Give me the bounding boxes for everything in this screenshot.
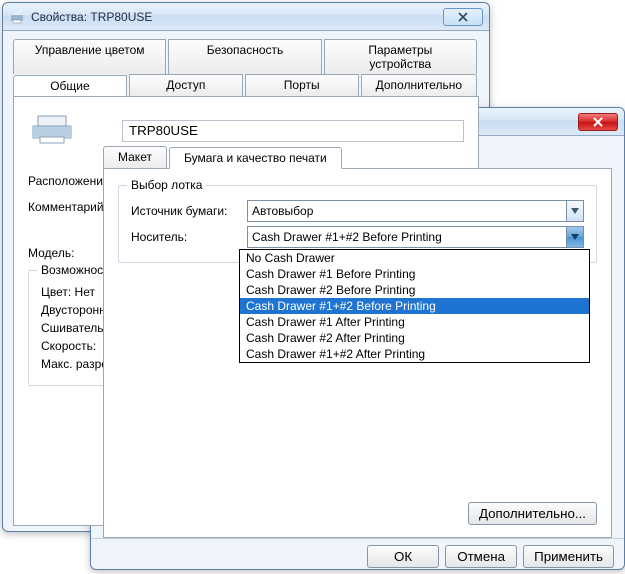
tab-advanced[interactable]: Дополнительно	[361, 74, 477, 96]
cancel-button[interactable]: Отмена	[445, 545, 517, 568]
tab-layout[interactable]: Макет	[103, 146, 167, 168]
chevron-down-icon[interactable]	[566, 227, 583, 247]
tab-general[interactable]: Общие	[13, 75, 127, 97]
tab-color-mgmt[interactable]: Управление цветом	[13, 39, 166, 74]
tab-device-params[interactable]: Параметры устройства	[324, 39, 477, 74]
properties-title: Свойства: TRP80USE	[31, 10, 437, 24]
properties-titlebar[interactable]: Свойства: TRP80USE	[3, 3, 489, 31]
dialog-button-row: ОК Отмена Применить	[91, 539, 624, 574]
ok-button[interactable]: ОК	[367, 545, 439, 568]
tab-ports[interactable]: Порты	[245, 74, 359, 96]
media-dropdown-list[interactable]: No Cash DrawerCash Drawer #1 Before Prin…	[239, 249, 590, 363]
media-option[interactable]: Cash Drawer #2 Before Printing	[240, 282, 589, 298]
media-option[interactable]: No Cash Drawer	[240, 250, 589, 266]
print-setup-window: Настройка печати: TRP80USE Макет Бумага …	[90, 107, 625, 570]
media-label: Носитель:	[131, 230, 241, 244]
print-setup-close-button[interactable]	[578, 113, 618, 131]
paper-source-label: Источник бумаги:	[131, 204, 241, 218]
advanced-button[interactable]: Дополнительно...	[468, 502, 597, 525]
media-option[interactable]: Cash Drawer #2 After Printing	[240, 330, 589, 346]
tab-access[interactable]: Доступ	[129, 74, 243, 96]
properties-close-button[interactable]	[443, 8, 483, 26]
properties-tabs-row2: Общие Доступ Порты Дополнительно	[13, 74, 479, 96]
tab-paper-quality[interactable]: Бумага и качество печати	[169, 147, 342, 169]
printer-icon	[9, 9, 25, 25]
apply-button[interactable]: Применить	[523, 545, 614, 568]
paper-quality-panel: Выбор лотка Источник бумаги: Автовыбор Н…	[103, 168, 612, 538]
media-option[interactable]: Cash Drawer #1 After Printing	[240, 314, 589, 330]
media-option[interactable]: Cash Drawer #1+#2 Before Printing	[240, 298, 589, 314]
media-option[interactable]: Cash Drawer #1 Before Printing	[240, 266, 589, 282]
tray-legend: Выбор лотка	[127, 178, 206, 192]
chevron-down-icon[interactable]	[566, 201, 583, 221]
paper-source-value: Автовыбор	[252, 204, 579, 218]
media-combo[interactable]: Cash Drawer #1+#2 Before Printing	[247, 226, 584, 248]
print-setup-tabs: Макет Бумага и качество печати	[103, 146, 612, 168]
media-option[interactable]: Cash Drawer #1+#2 After Printing	[240, 346, 589, 362]
paper-source-combo[interactable]: Автовыбор	[247, 200, 584, 222]
properties-tabs-row1: Управление цветом Безопасность Параметры…	[13, 39, 479, 74]
printer-name-input[interactable]	[122, 120, 464, 142]
tab-security[interactable]: Безопасность	[168, 39, 321, 74]
media-value: Cash Drawer #1+#2 Before Printing	[252, 230, 579, 244]
printer-large-icon	[28, 113, 76, 148]
